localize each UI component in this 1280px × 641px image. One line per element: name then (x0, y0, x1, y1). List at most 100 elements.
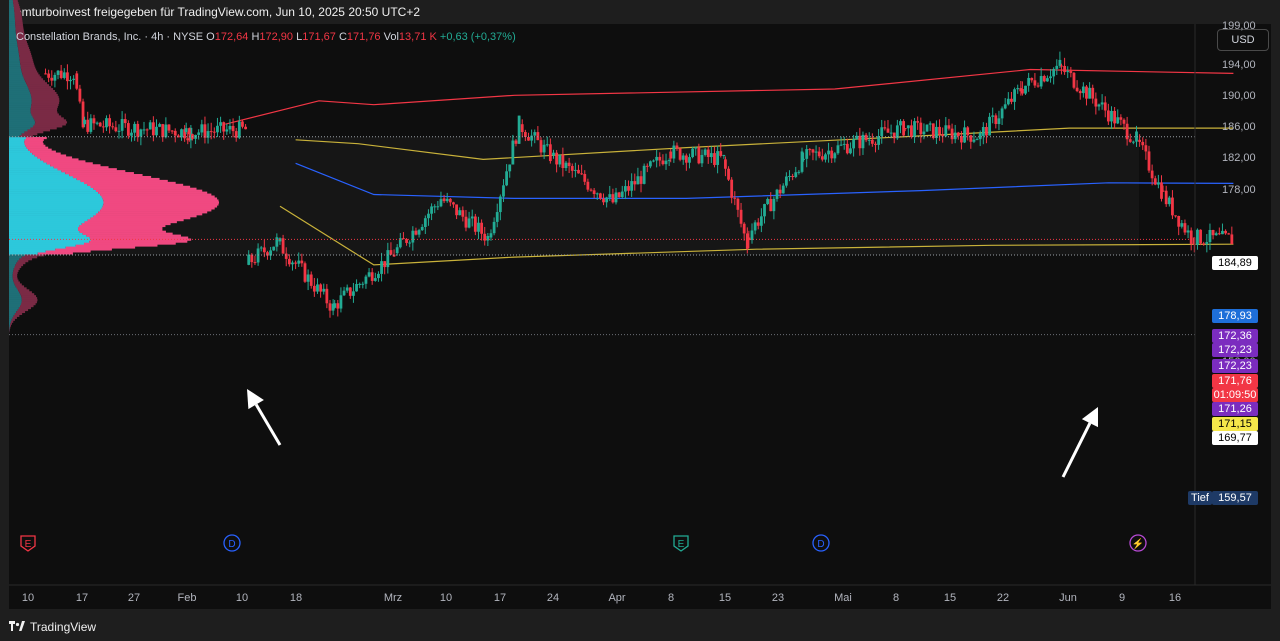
candlestick-chart[interactable]: E D E D ⚡ (0, 0, 1280, 641)
profile-bar-down (35, 121, 68, 124)
lightning-event-icon[interactable]: ⚡ (1129, 534, 1147, 552)
candle-body (988, 116, 991, 136)
candle-body (1072, 72, 1076, 88)
candle-body (552, 152, 555, 156)
profile-bar-up (9, 43, 18, 46)
candle-body (658, 156, 662, 161)
profile-bar-up (9, 95, 32, 99)
candle-body (1227, 233, 1231, 235)
candle-body (542, 144, 546, 153)
candle-body (672, 145, 676, 159)
profile-bar-up (9, 132, 22, 136)
profile-bar-down (19, 54, 32, 58)
candle-body (250, 254, 254, 263)
candle-body (1180, 223, 1184, 227)
profile-bar-up (9, 52, 19, 56)
profile-bar-up (9, 320, 11, 323)
profile-bar-down (30, 127, 57, 130)
candle-body (316, 284, 319, 292)
event-marker-icon[interactable]: D (223, 534, 241, 552)
time-tick: 27 (127, 592, 141, 604)
profile-bar-up (9, 304, 21, 308)
candle-body (1161, 190, 1165, 192)
profile-bar-down (11, 318, 15, 321)
event-marker-label: D (817, 539, 824, 550)
candle-body (627, 186, 630, 191)
profile-bar-down (21, 68, 37, 71)
candle-body (736, 198, 740, 210)
candle-body (1153, 178, 1157, 185)
profile-bar-down (31, 103, 59, 106)
profile-bar-up (9, 310, 17, 314)
candle-body (623, 186, 627, 192)
profile-bar-up (9, 119, 35, 122)
profile-bar-down (18, 52, 32, 56)
candle-body (916, 121, 920, 123)
profile-bar-down (17, 259, 29, 263)
profile-bar-down (13, 281, 20, 284)
candle-body (167, 124, 171, 131)
candle-body (517, 115, 521, 144)
profile-bar-down (30, 105, 58, 108)
volume-value: 13,71 K (398, 31, 437, 43)
profile-bar-down (21, 295, 37, 298)
profile-bar-down (31, 97, 60, 101)
candle-body (724, 159, 727, 169)
candle-body (458, 210, 462, 216)
candle-body (845, 143, 849, 154)
annotation-arrow-feb (247, 389, 282, 446)
candle-body (1230, 234, 1234, 245)
profile-bar-up (9, 113, 32, 116)
candle-body (275, 237, 279, 247)
profile-bar-up (9, 6, 14, 9)
candle-body (919, 122, 923, 135)
event-marker-icon[interactable]: D (812, 534, 830, 552)
candle-body (797, 171, 801, 173)
profile-bar-down (27, 84, 50, 87)
candle-body (281, 238, 285, 254)
candle-body (89, 118, 93, 132)
profile-bar-up (9, 91, 31, 95)
currency-button[interactable]: USD (1217, 29, 1269, 51)
time-tick: 15 (943, 592, 957, 604)
candle-body (452, 202, 455, 205)
candle-body (322, 288, 326, 292)
event-marker-icon[interactable]: E (20, 535, 36, 552)
candle-body (824, 154, 827, 160)
profile-bar-up (9, 324, 10, 327)
profile-bar-down (14, 13, 22, 17)
candle-body (592, 190, 596, 195)
profile-bar-up (9, 25, 16, 28)
time-tick: 15 (718, 592, 732, 604)
candle-body (667, 160, 671, 162)
candle-body (336, 303, 340, 309)
profile-bar-down (19, 258, 33, 261)
candle-body (870, 139, 874, 144)
event-marker-icon[interactable]: E (673, 535, 689, 552)
candle-body (492, 221, 496, 234)
candle-body (297, 260, 301, 264)
candle-body (78, 88, 82, 102)
profile-bar-up (9, 19, 16, 22)
profile-bar-down (34, 119, 67, 122)
candle-body (769, 198, 773, 212)
candle-body (294, 262, 297, 264)
candle-body (389, 250, 393, 255)
candle-body (155, 126, 158, 136)
event-marker-label: E (25, 539, 32, 550)
candle-body (586, 181, 590, 190)
candle-body (1085, 86, 1088, 99)
candle-body (678, 148, 682, 160)
candle-body (858, 135, 862, 149)
candle-body (361, 283, 365, 285)
profile-bar-down (10, 322, 12, 325)
candle-body (775, 189, 779, 199)
candle-body (763, 204, 766, 217)
profile-bar-up (9, 306, 19, 310)
candle-body (1042, 76, 1046, 82)
candle-body (1174, 215, 1177, 217)
candle-body (339, 295, 343, 309)
candle-body (1078, 91, 1082, 94)
profile-bar-down (21, 301, 37, 304)
candle-body (614, 192, 618, 203)
